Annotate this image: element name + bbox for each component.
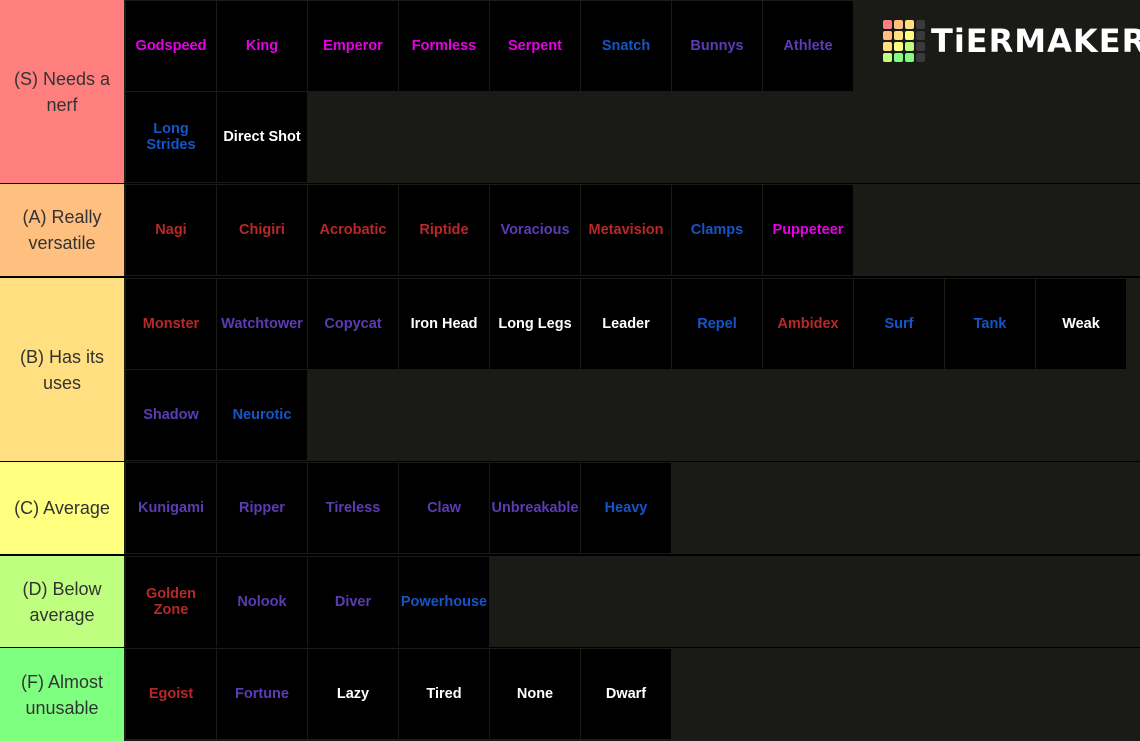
- logo-grid-cell: [894, 20, 903, 29]
- tier-label: (A) Really versatile: [0, 184, 124, 276]
- logo-grid-cell: [916, 42, 925, 51]
- tier-row: (F) Almost unusable Egoist Fortune Lazy Tire…: [0, 648, 1140, 741]
- tier-item-acrobatic[interactable]: Acrobatic: [308, 185, 398, 275]
- tier-label: (C) Average: [0, 462, 124, 554]
- tier-items: Monster Watchtower Copycat Iron Head Long Le…: [126, 278, 1140, 461]
- tier-item-egoist[interactable]: Egoist: [126, 649, 216, 739]
- tier-row: (B) Has its uses Monster Watchtower Copycat…: [0, 278, 1140, 461]
- tier-item-voracious[interactable]: Voracious: [490, 185, 580, 275]
- logo-grid-cell: [894, 42, 903, 51]
- tier-item-direct-shot[interactable]: Direct Shot: [217, 92, 307, 182]
- tier-item-surf[interactable]: Surf: [854, 279, 944, 369]
- logo-grid-cell: [894, 53, 903, 62]
- tier-item-shadow[interactable]: Shadow: [126, 370, 216, 460]
- tier-item-monster[interactable]: Monster: [126, 279, 216, 369]
- tier-item-fortune[interactable]: Fortune: [217, 649, 307, 739]
- tier-item-iron-head[interactable]: Iron Head: [399, 279, 489, 369]
- tier-item-tired[interactable]: Tired: [399, 649, 489, 739]
- logo-grid-cell: [883, 20, 892, 29]
- tier-item-metavision[interactable]: Metavision: [581, 185, 671, 275]
- logo-grid-cell: [916, 31, 925, 40]
- tier-items: Nagi Chigiri Acrobatic Riptide Voracious Meta…: [126, 184, 1140, 276]
- tier-item-clamps[interactable]: Clamps: [672, 185, 762, 275]
- logo-grid-cell: [916, 20, 925, 29]
- tier-item-athlete[interactable]: Athlete: [763, 1, 853, 91]
- tier-items: Golden Zone Nolook Diver Powerhouse: [126, 556, 1140, 647]
- tier-item-long-legs[interactable]: Long Legs: [490, 279, 580, 369]
- tier-item-neurotic[interactable]: Neurotic: [217, 370, 307, 460]
- tier-label: (B) Has its uses: [0, 278, 124, 461]
- logo-grid-cell: [905, 42, 914, 51]
- tier-item-emperor[interactable]: Emperor: [308, 1, 398, 91]
- tier-list: (S) Needs a nerf Godspeed King Emperor Forml…: [0, 0, 1140, 741]
- logo-grid-cell: [905, 20, 914, 29]
- tier-items: Kunigami Ripper Tireless Claw Unbreakable Hea…: [126, 462, 1140, 554]
- tier-item-weak[interactable]: Weak: [1036, 279, 1126, 369]
- tier-item-riptide[interactable]: Riptide: [399, 185, 489, 275]
- tier-label: (S) Needs a nerf: [0, 0, 124, 183]
- tier-row: (A) Really versatile Nagi Chigiri Acrobatic…: [0, 184, 1140, 276]
- logo-grid-cell: [894, 31, 903, 40]
- logo-grid-cell: [905, 31, 914, 40]
- tier-item-dwarf[interactable]: Dwarf: [581, 649, 671, 739]
- tier-item-copycat[interactable]: Copycat: [308, 279, 398, 369]
- logo-grid-cell: [905, 53, 914, 62]
- logo-grid-cell: [883, 42, 892, 51]
- tier-item-tank[interactable]: Tank: [945, 279, 1035, 369]
- tier-item-diver[interactable]: Diver: [308, 557, 398, 647]
- logo-grid-cell: [916, 53, 925, 62]
- tier-item-formless[interactable]: Formless: [399, 1, 489, 91]
- logo-grid-icon: [883, 20, 925, 62]
- tier-row: (D) Below average Golden Zone Nolook Diver P…: [0, 556, 1140, 647]
- tier-item-nagi[interactable]: Nagi: [126, 185, 216, 275]
- logo-text: TiERMAKER: [931, 22, 1140, 60]
- tier-item-watchtower[interactable]: Watchtower: [217, 279, 307, 369]
- tier-item-godspeed[interactable]: Godspeed: [126, 1, 216, 91]
- tier-item-claw[interactable]: Claw: [399, 463, 489, 553]
- tier-item-chigiri[interactable]: Chigiri: [217, 185, 307, 275]
- tier-item-powerhouse[interactable]: Powerhouse: [399, 557, 489, 647]
- tier-item-nolook[interactable]: Nolook: [217, 557, 307, 647]
- tier-item-king[interactable]: King: [217, 1, 307, 91]
- tier-item-ambidex[interactable]: Ambidex: [763, 279, 853, 369]
- tier-item-bunnys[interactable]: Bunnys: [672, 1, 762, 91]
- tiermaker-logo: TiERMAKER: [883, 19, 1140, 63]
- tier-item-repel[interactable]: Repel: [672, 279, 762, 369]
- tier-item-unbreakable[interactable]: Unbreakable: [490, 463, 580, 553]
- tier-item-heavy[interactable]: Heavy: [581, 463, 671, 553]
- tier-item-long-strides[interactable]: Long Strides: [126, 92, 216, 182]
- tier-label: (D) Below average: [0, 556, 124, 647]
- tier-item-tireless[interactable]: Tireless: [308, 463, 398, 553]
- tier-row: (C) Average Kunigami Ripper Tireless Claw Unb…: [0, 462, 1140, 554]
- tier-item-kunigami[interactable]: Kunigami: [126, 463, 216, 553]
- logo-grid-cell: [883, 53, 892, 62]
- tier-label: (F) Almost unusable: [0, 648, 124, 741]
- tier-item-serpent[interactable]: Serpent: [490, 1, 580, 91]
- tier-item-leader[interactable]: Leader: [581, 279, 671, 369]
- tier-item-snatch[interactable]: Snatch: [581, 1, 671, 91]
- tier-item-ripper[interactable]: Ripper: [217, 463, 307, 553]
- tier-items: Egoist Fortune Lazy Tired None Dwarf: [126, 648, 1140, 741]
- tier-item-puppeteer[interactable]: Puppeteer: [763, 185, 853, 275]
- tier-item-none[interactable]: None: [490, 649, 580, 739]
- tier-item-golden-zone[interactable]: Golden Zone: [126, 557, 216, 647]
- logo-grid-cell: [883, 31, 892, 40]
- tier-item-lazy[interactable]: Lazy: [308, 649, 398, 739]
